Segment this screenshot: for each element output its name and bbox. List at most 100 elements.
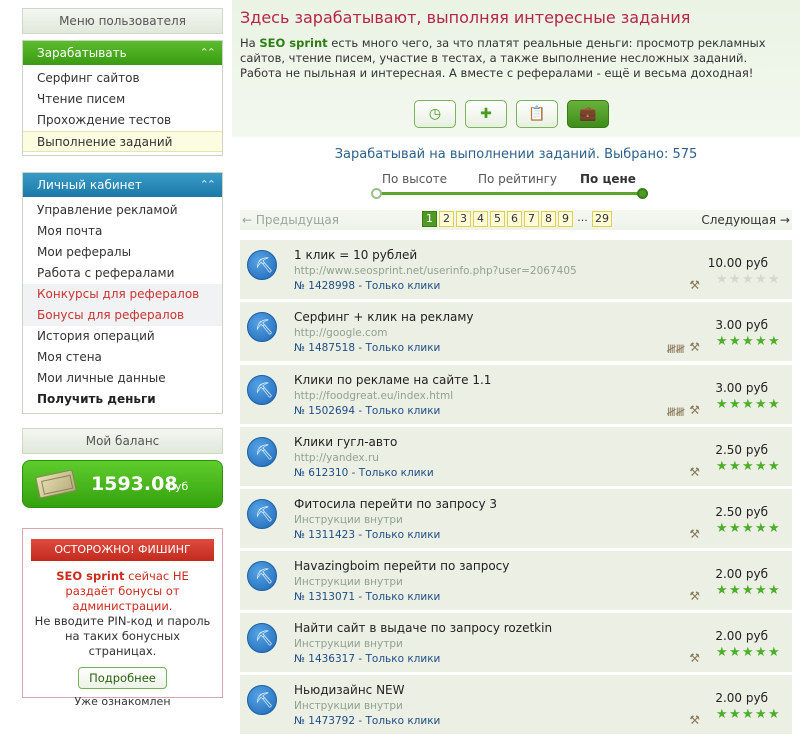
star-icon: ★ <box>742 707 754 722</box>
task-title[interactable]: Клики гугл-авто <box>294 435 397 449</box>
briefcase-mode-button[interactable]: 💼 <box>567 100 609 128</box>
sort-by-height[interactable]: По высоте <box>382 172 447 186</box>
menu-item-tasks[interactable]: Выполнение заданий <box>23 131 222 152</box>
next-page-link[interactable]: Следующая → <box>701 213 790 227</box>
menu-item-my-mail[interactable]: Моя почта <box>23 221 222 242</box>
task-title[interactable]: Havazingboim перейти по запросу <box>294 559 509 573</box>
earn-block-title-label: Зарабатывать <box>37 46 127 60</box>
task-title[interactable]: Серфинг + клик на рекламу <box>294 310 474 324</box>
page-link[interactable]: 7 <box>524 211 539 227</box>
add-mode-button[interactable]: ✚ <box>465 100 507 128</box>
task-row[interactable]: 1 клик = 10 рублей http://www.seosprint.… <box>240 240 792 299</box>
task-row[interactable]: Ньюдизайнс NEW Инструкции внутри № 14737… <box>240 675 792 734</box>
task-title[interactable]: Клики по рекламе на сайте 1.1 <box>294 373 491 387</box>
sort-by-price[interactable]: По цене <box>580 172 636 186</box>
star-icon: ★ <box>768 334 780 349</box>
task-row[interactable]: Клики по рекламе на сайте 1.1 http://foo… <box>240 365 792 424</box>
task-meta: № 1428998 - Только клики <box>294 280 441 292</box>
collapse-chevron-icon[interactable]: ⌃⌃ <box>200 41 217 65</box>
task-meta: № 1473792 - Только клики <box>294 715 441 727</box>
plus-card-icon: ✚ <box>480 106 492 122</box>
more-info-button[interactable]: Подробнее <box>78 667 167 689</box>
star-icon: ★ <box>768 521 780 536</box>
intro-brand: SEO sprint <box>259 36 328 50</box>
menu-item-referral-bonuses[interactable]: Бонусы для рефералов <box>23 305 222 326</box>
page-link[interactable]: 6 <box>507 211 522 227</box>
menu-item-referrals[interactable]: Мои рефералы <box>23 242 222 263</box>
page-link[interactable]: 3 <box>456 211 471 227</box>
hammer-icon: ⚒ <box>689 527 700 541</box>
balance-box[interactable]: 1593.08 руб <box>22 460 223 508</box>
page-numbers: 1 2 3 4 5 6 7 8 9 ... 29 <box>422 211 612 227</box>
clock-mode-button[interactable]: ◷ <box>414 100 456 128</box>
clipboard-mode-button[interactable]: 📋 <box>516 100 558 128</box>
collapse-chevron-icon[interactable]: ⌃⌃ <box>200 173 217 197</box>
rating-stars: ★ ★ ★ ★ ★ <box>716 645 780 660</box>
menu-item-personal-data[interactable]: Мои личные данные <box>23 368 222 389</box>
menu-item-referral-work[interactable]: Работа с рефералами <box>23 263 222 284</box>
warning-text: SEO sprint сейчас НЕ раздаёт бонусы от а… <box>33 569 212 659</box>
star-icon: ★ <box>768 272 780 287</box>
sort-dot-selected <box>637 188 648 199</box>
task-row[interactable]: Havazingboim перейти по запросу Инструкц… <box>240 551 792 610</box>
task-title[interactable]: Ньюдизайнс NEW <box>294 683 405 697</box>
task-url: http://yandex.ru <box>294 452 379 464</box>
star-icon: ★ <box>755 521 767 536</box>
task-title[interactable]: Найти сайт в выдаче по запросу rozetkin <box>294 621 552 635</box>
page-link[interactable]: 29 <box>592 211 612 227</box>
rating-stars: ★ ★ ★ ★ ★ <box>716 707 780 722</box>
task-meta: № 1436317 - Только клики <box>294 653 441 665</box>
task-price: 2.00 руб <box>715 691 768 705</box>
star-icon: ★ <box>742 521 754 536</box>
page-link[interactable]: 2 <box>439 211 454 227</box>
star-icon: ★ <box>755 707 767 722</box>
task-row[interactable]: Фитосила перейти по запросу 3 Инструкции… <box>240 489 792 548</box>
menu-item-mail[interactable]: Чтение писем <box>23 89 222 110</box>
prev-page-link[interactable]: ← Предыдущая <box>242 213 339 227</box>
menu-item-withdraw[interactable]: Получить деньги <box>23 389 222 410</box>
page-link[interactable]: 8 <box>541 211 556 227</box>
task-url: Инструкции внутри <box>294 576 403 588</box>
tally-icon: 𝍸𝍸 <box>666 405 685 419</box>
worker-icon <box>247 375 277 405</box>
sort-by-rating[interactable]: По рейтингу <box>478 172 557 186</box>
task-meta: № 1502694 - Только клики <box>294 405 441 417</box>
task-row[interactable]: Серфинг + клик на рекламу http://google.… <box>240 302 792 361</box>
page-link[interactable]: 1 <box>422 211 437 227</box>
pagination: ← Предыдущая 1 2 3 4 5 6 7 8 9 ... 29 Сл… <box>240 210 792 230</box>
balance-value: 1593.08 <box>91 473 178 495</box>
task-row[interactable]: Найти сайт в выдаче по запросу rozetkin … <box>240 613 792 672</box>
star-icon: ★ <box>768 707 780 722</box>
rating-stars: ★ ★ ★ ★ ★ <box>716 334 780 349</box>
sort-selector: По высоте По рейтингу По цене <box>371 172 648 200</box>
menu-item-wall[interactable]: Моя стена <box>23 347 222 368</box>
star-icon: ★ <box>768 645 780 660</box>
page-link[interactable]: 5 <box>490 211 505 227</box>
task-title[interactable]: Фитосила перейти по запросу 3 <box>294 497 497 511</box>
task-title[interactable]: 1 клик = 10 рублей <box>294 248 417 262</box>
main-content: Здесь зарабатывают, выполняя интересные … <box>232 0 800 736</box>
task-meta: № 612310 - Только клики <box>294 467 434 479</box>
menu-item-tests[interactable]: Прохождение тестов <box>23 110 222 131</box>
star-icon: ★ <box>755 583 767 598</box>
task-url: http://www.seosprint.net/userinfo.php?us… <box>294 265 577 277</box>
balance-header: Мой баланс <box>22 428 223 454</box>
page-link[interactable]: 4 <box>473 211 488 227</box>
task-url: http://google.com <box>294 327 388 339</box>
menu-item-surfing[interactable]: Серфинг сайтов <box>23 68 222 89</box>
page-link[interactable]: 9 <box>558 211 573 227</box>
menu-item-history[interactable]: История операций <box>23 326 222 347</box>
warning-line2: Не вводите PIN-код и пароль на таких бон… <box>34 614 211 658</box>
cabinet-block-title[interactable]: Личный кабинет ⌃⌃ <box>23 173 222 197</box>
menu-item-referral-contests[interactable]: Конкурсы для рефералов <box>23 284 222 305</box>
star-icon: ★ <box>742 583 754 598</box>
star-icon: ★ <box>729 334 741 349</box>
acknowledged-link[interactable]: Уже ознакомлен <box>33 695 212 708</box>
cabinet-block-title-label: Личный кабинет <box>37 178 142 192</box>
earn-block-title[interactable]: Зарабатывать ⌃⌃ <box>23 41 222 65</box>
star-icon: ★ <box>716 397 728 412</box>
task-url: Инструкции внутри <box>294 514 403 526</box>
menu-item-ads[interactable]: Управление рекламой <box>23 200 222 221</box>
task-url: Инструкции внутри <box>294 638 403 650</box>
task-row[interactable]: Клики гугл-авто http://yandex.ru № 61231… <box>240 427 792 486</box>
